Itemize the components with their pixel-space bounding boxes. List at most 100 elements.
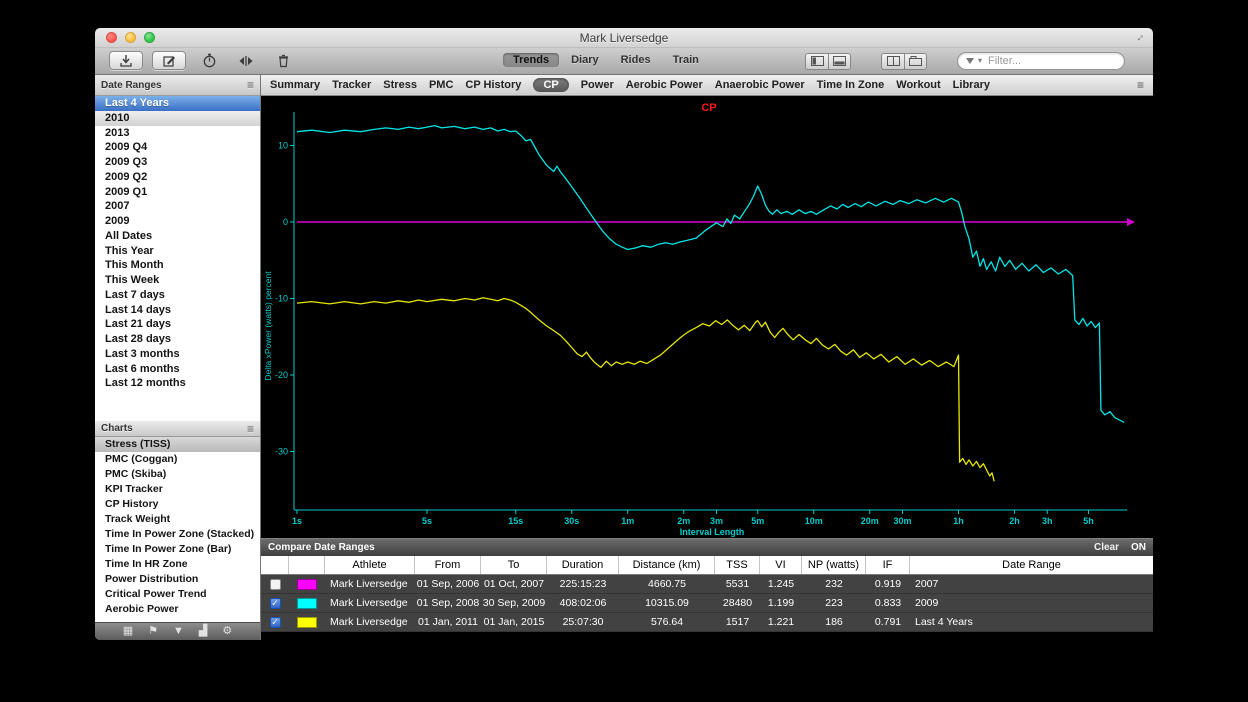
chart-item-time-in-power-zone-bar[interactable]: Time In Power Zone (Bar) [95,542,260,557]
tab-pmc[interactable]: PMC [429,79,453,91]
column-header-from[interactable]: From [415,556,481,574]
distance-cell: 10315.09 [619,594,715,612]
daterange-last-28-days[interactable]: Last 28 days [95,332,260,347]
tab-cp-history[interactable]: CP History [465,79,521,91]
download-button[interactable] [109,51,143,70]
row-checkbox[interactable]: ✓ [270,617,281,628]
athlete-cell: Mark Liversedge [325,575,415,593]
daterange-2013[interactable]: 2013 [95,126,260,141]
daterange-this-month[interactable]: This Month [95,258,260,273]
daterange-2009-q2[interactable]: 2009 Q2 [95,170,260,185]
chart-item-time-in-hr-zone[interactable]: Time In HR Zone [95,557,260,572]
svg-text:Delta xPower (watts) percent: Delta xPower (watts) percent [263,271,273,381]
settings-icon[interactable]: ⚙ [222,626,232,637]
toggle-bottom-panel-button[interactable] [828,53,851,70]
daterange-last-12-months[interactable]: Last 12 months [95,376,260,391]
tab-workout[interactable]: Workout [896,79,940,91]
tab-stress[interactable]: Stress [383,79,417,91]
column-header-tss[interactable]: TSS [715,556,760,574]
tab-cp[interactable]: CP [533,78,568,92]
compare-row-2[interactable]: ✓Mark Liversedge01 Sep, 200830 Sep, 2009… [261,594,1153,613]
compare-row-3[interactable]: ✓Mark Liversedge01 Jan, 201101 Jan, 2015… [261,613,1153,632]
date-ranges-header: Date Ranges ≡ [95,75,260,96]
row-checkbox[interactable]: ✓ [270,598,281,609]
daterange-this-week[interactable]: This Week [95,273,260,288]
daterange-2009-q3[interactable]: 2009 Q3 [95,155,260,170]
stopwatch-icon [201,52,218,69]
filter-field[interactable]: ▾ [957,52,1125,70]
chart-item-kpi-tracker[interactable]: KPI Tracker [95,482,260,497]
duration-cell: 225:15:23 [547,575,619,593]
chart-item-cp-history[interactable]: CP History [95,497,260,512]
intervals-button[interactable] [232,51,260,70]
tab-bar-menu-icon[interactable]: ≡ [1137,79,1144,91]
column-header-athlete[interactable]: Athlete [325,556,415,574]
chart-item-time-in-power-zone-stacked[interactable]: Time In Power Zone (Stacked) [95,527,260,542]
daterange-this-year[interactable]: This Year [95,244,260,259]
column-header-distance-km[interactable]: Distance (km) [619,556,715,574]
segment-diary[interactable]: Diary [561,53,609,67]
tab-time-in-zone[interactable]: Time In Zone [817,79,885,91]
filter-icon[interactable]: ▼ [173,626,184,637]
chart-item-track-weight[interactable]: Track Weight [95,512,260,527]
on-toggle-button[interactable]: ON [1131,542,1146,553]
column-header-to[interactable]: To [481,556,547,574]
zoom-button[interactable] [144,32,155,43]
chart-item-aerobic-power[interactable]: Aerobic Power [95,602,260,617]
daterange-last-4-years[interactable]: Last 4 Years [95,96,260,111]
daterange-2009[interactable]: 2009 [95,214,260,229]
tab-aerobic-power[interactable]: Aerobic Power [626,79,703,91]
daterange-last-7-days[interactable]: Last 7 days [95,288,260,303]
chart-item-power-distribution[interactable]: Power Distribution [95,572,260,587]
close-button[interactable] [106,32,117,43]
charts-menu-icon[interactable]: ≡ [247,423,254,435]
segment-train[interactable]: Train [663,53,709,67]
trash-button[interactable] [269,51,297,70]
chart-item-stress-tiss[interactable]: Stress (TISS) [95,437,260,452]
row-checkbox[interactable] [270,579,281,590]
date-ranges-menu-icon[interactable]: ≡ [247,79,254,91]
edit-button[interactable] [152,51,186,70]
tabbed-view-button[interactable] [904,53,927,70]
column-header-duration[interactable]: Duration [547,556,619,574]
daterange-last-3-months[interactable]: Last 3 months [95,347,260,362]
flag-icon[interactable]: ⚑ [148,626,158,637]
titlebar[interactable]: Mark Liversedge ↔ [95,28,1153,48]
distance-cell: 576.64 [619,613,715,631]
filter-input[interactable] [986,54,1096,68]
stopwatch-button[interactable] [195,51,223,70]
tiled-view-button[interactable] [881,53,904,70]
column-header-if[interactable]: IF [866,556,910,574]
tab-power[interactable]: Power [581,79,614,91]
column-header-blank-0[interactable] [261,556,289,574]
minimize-button[interactable] [125,32,136,43]
chart-item-pmc-skiba[interactable]: PMC (Skiba) [95,467,260,482]
daterange-last-21-days[interactable]: Last 21 days [95,317,260,332]
daterange-2009-q4[interactable]: 2009 Q4 [95,140,260,155]
tab-anaerobic-power[interactable]: Anaerobic Power [715,79,805,91]
daterange-last-14-days[interactable]: Last 14 days [95,303,260,318]
cp-chart[interactable]: CP100-10-20-301s5s15s30s1m2m3m5m10m20m30… [261,96,1153,538]
toggle-left-sidebar-button[interactable] [805,53,828,70]
fullscreen-icon[interactable]: ↔ [1131,29,1147,45]
daterange-last-6-months[interactable]: Last 6 months [95,362,260,377]
daterange-2009-q1[interactable]: 2009 Q1 [95,185,260,200]
daterange-2010[interactable]: 2010 [95,111,260,126]
column-header-np-watts[interactable]: NP (watts) [802,556,866,574]
daterange-2007[interactable]: 2007 [95,199,260,214]
column-header-blank-1[interactable] [289,556,325,574]
column-header-date-range[interactable]: Date Range [910,556,1153,574]
clear-button[interactable]: Clear [1094,542,1119,553]
column-header-vi[interactable]: VI [760,556,802,574]
chart-item-pmc-coggan[interactable]: PMC (Coggan) [95,452,260,467]
tab-summary[interactable]: Summary [270,79,320,91]
tab-library[interactable]: Library [953,79,990,91]
tab-tracker[interactable]: Tracker [332,79,371,91]
stats-icon[interactable]: ▟ [199,626,207,637]
segment-rides[interactable]: Rides [611,53,661,67]
daterange-all-dates[interactable]: All Dates [95,229,260,244]
chart-item-critical-power-trend[interactable]: Critical Power Trend [95,587,260,602]
calendar-icon[interactable]: ▦ [123,626,133,637]
compare-row-1[interactable]: Mark Liversedge01 Sep, 200601 Oct, 20072… [261,575,1153,594]
segment-trends[interactable]: Trends [503,53,559,67]
